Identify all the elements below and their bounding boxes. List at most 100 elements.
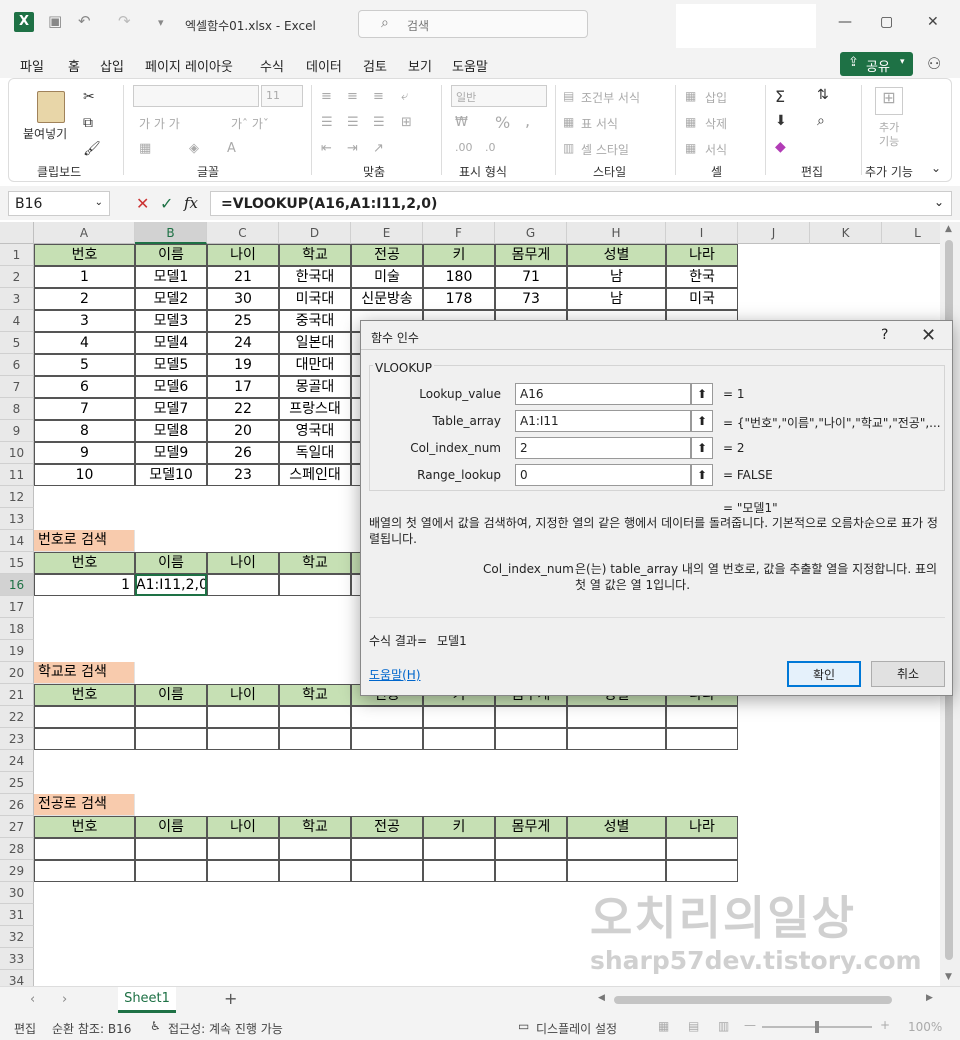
cell[interactable]: 모델3 [135,310,207,332]
font-size-combo[interactable]: 11 [261,85,303,107]
cell[interactable] [666,860,738,882]
row-header[interactable]: 34 [0,970,34,986]
row-header[interactable]: 32 [0,926,34,948]
cell[interactable]: 1 [34,574,135,596]
addins-icon[interactable]: ⊞ [875,87,903,115]
cell[interactable] [279,728,351,750]
column-header[interactable]: I [666,222,738,244]
cell[interactable]: 모델8 [135,420,207,442]
help-link[interactable]: 도움말(H) [369,667,421,683]
clear-icon[interactable]: ◆ [775,139,786,155]
cell[interactable] [279,574,351,596]
cell[interactable] [351,706,423,728]
cell[interactable]: 한국대 [279,266,351,288]
cut-icon[interactable]: ✂ [83,89,95,105]
indent-icon[interactable]: ⇤ [321,141,332,156]
font-grow-shrink-buttons[interactable]: 가ˆ 가ˇ [231,115,269,132]
table-format-button[interactable]: 표 서식 [581,115,618,132]
name-box[interactable]: B16 ⌄ [8,191,110,216]
cell[interactable]: 이름 [135,552,207,574]
column-header[interactable]: J [738,222,810,244]
arg-input-table-array[interactable]: A1:I11 [515,410,691,432]
align-middle-icon[interactable]: ≡ [347,89,358,104]
row-header[interactable]: 20 [0,662,34,684]
row-header[interactable]: 18 [0,618,34,640]
cell[interactable]: 번호 [34,244,135,266]
search-box[interactable]: ⌕ 검색 [358,10,588,38]
cell[interactable] [351,860,423,882]
number-format-combo[interactable]: 일반 [451,85,547,107]
find-icon[interactable]: ⌕ [817,113,825,129]
menu-page-layout[interactable]: 페이지 레이아웃 [145,56,233,75]
row-header[interactable]: 30 [0,882,34,904]
cell[interactable]: 영국대 [279,420,351,442]
cell[interactable]: 몸무게 [495,816,567,838]
cell[interactable]: 73 [495,288,567,310]
wrap-text-icon[interactable]: ⤶ [401,89,408,104]
cell[interactable] [135,860,207,882]
zoom-level[interactable]: 100% [908,1020,942,1034]
row-header[interactable]: 1 [0,244,34,266]
zoom-in-icon[interactable]: + [880,1018,890,1032]
cell[interactable]: 178 [423,288,495,310]
collapse-dialog-icon[interactable]: ⬆ [691,410,713,432]
page-break-view-icon[interactable]: ▥ [718,1019,729,1033]
copy-icon[interactable]: ⧉ [83,115,93,131]
cell[interactable]: 모델4 [135,332,207,354]
cell[interactable]: 한국 [666,266,738,288]
save-icon[interactable]: ▣ [48,12,62,30]
cancel-icon[interactable]: ✕ [136,194,149,213]
arg-input-lookup-value[interactable]: A16 [515,383,691,405]
align-right-icon[interactable]: ☰ [373,115,385,130]
conditional-format-icon[interactable]: ▤ [563,89,574,103]
menu-data[interactable]: 데이터 [306,56,342,75]
cell[interactable]: 학교 [279,816,351,838]
next-sheet-icon[interactable]: › [62,992,67,1007]
menu-help[interactable]: 도움말 [452,56,488,75]
cell[interactable]: 미국대 [279,288,351,310]
cell[interactable] [351,838,423,860]
normal-view-icon[interactable]: ▦ [658,1019,669,1033]
comments-icon[interactable]: ⚇ [927,54,941,73]
horizontal-scrollbar[interactable]: ◀ ▶ [598,993,938,1005]
outdent-icon[interactable]: ⇥ [347,141,358,156]
sort-filter-icon[interactable]: ⇅ [817,87,829,103]
cell[interactable]: 나이 [207,552,279,574]
row-header[interactable]: 9 [0,420,34,442]
row-header[interactable]: 14 [0,530,34,552]
cell[interactable]: 30 [207,288,279,310]
undo-icon[interactable]: ↶ [78,12,91,30]
row-header[interactable]: 8 [0,398,34,420]
cell[interactable]: 모델10 [135,464,207,486]
row-header[interactable]: 17 [0,596,34,618]
row-header[interactable]: 33 [0,948,34,970]
cell[interactable] [34,728,135,750]
status-circular-ref[interactable]: 순환 참조: B16 [52,1020,131,1037]
cell[interactable]: 전공 [351,816,423,838]
status-accessibility[interactable]: 접근성: 계속 진행 가능 [168,1020,283,1037]
row-header[interactable]: 27 [0,816,34,838]
column-header[interactable]: G [495,222,567,244]
row-header[interactable]: 31 [0,904,34,926]
cell[interactable]: 나라 [666,816,738,838]
addins-button[interactable]: 추가 기능 [879,121,903,149]
cell[interactable]: 모델2 [135,288,207,310]
cell[interactable] [666,838,738,860]
cell[interactable]: 5 [34,354,135,376]
cell[interactable]: 나이 [207,244,279,266]
cell[interactable]: 전공로 검색 [34,794,135,816]
row-header[interactable]: 25 [0,772,34,794]
cell[interactable] [351,728,423,750]
font-style-buttons[interactable]: 가 가 가 [139,115,180,132]
format-painter-icon[interactable]: 🖌 [83,141,101,157]
cell[interactable]: 이름 [135,244,207,266]
scroll-left-icon[interactable]: ◀ [598,993,605,1003]
cell[interactable]: 키 [423,244,495,266]
cell[interactable] [135,838,207,860]
cell[interactable]: 1 [34,266,135,288]
expand-formula-icon[interactable]: ⌄ [934,195,944,209]
menu-insert[interactable]: 삽입 [100,56,124,75]
conditional-format-button[interactable]: 조건부 서식 [581,89,640,106]
menu-formulas[interactable]: 수식 [260,56,284,75]
cell[interactable]: 모델6 [135,376,207,398]
